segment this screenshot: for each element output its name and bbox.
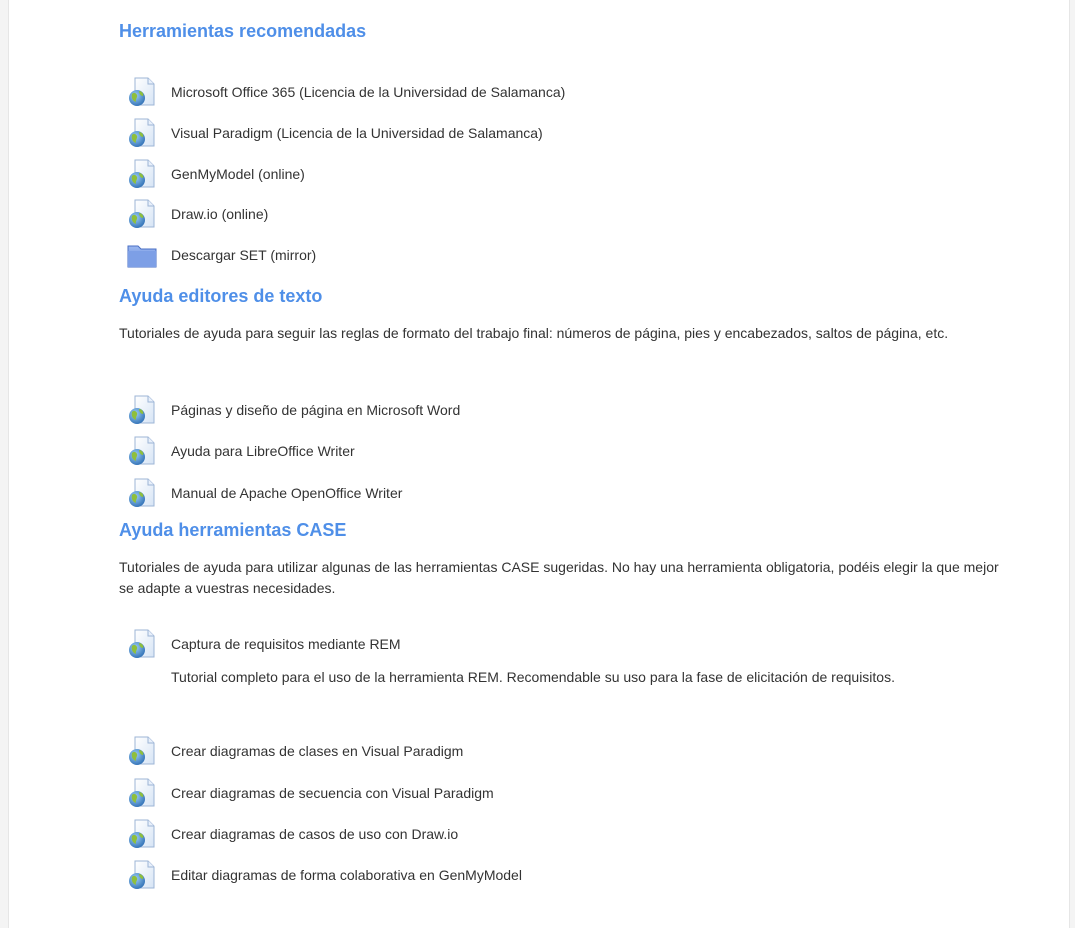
section-herramientas-recomendadas: Herramientas recomendadas: [119, 20, 999, 42]
activity-label[interactable]: Manual de Apache OpenOffice Writer: [171, 485, 402, 501]
activity-label[interactable]: Crear diagramas de casos de uso con Draw…: [171, 826, 458, 842]
section-title[interactable]: Herramientas recomendadas: [119, 20, 999, 42]
activity-link[interactable]: Crear diagramas de secuencia con Visual …: [127, 777, 494, 809]
folder-icon: [127, 240, 157, 270]
url-icon: [127, 629, 157, 659]
activity-link[interactable]: Draw.io (online): [127, 198, 268, 230]
url-icon: [127, 118, 157, 148]
activity-label[interactable]: Microsoft Office 365 (Licencia de la Uni…: [171, 84, 565, 100]
url-icon: [127, 77, 157, 107]
activity-label[interactable]: Crear diagramas de secuencia con Visual …: [171, 785, 494, 801]
activity-link[interactable]: Manual de Apache OpenOffice Writer: [127, 477, 402, 509]
activity-link[interactable]: Páginas y diseño de página en Microsoft …: [127, 394, 460, 426]
section-title[interactable]: Ayuda herramientas CASE: [119, 519, 999, 541]
activity-label[interactable]: Crear diagramas de clases en Visual Para…: [171, 743, 463, 759]
activity-link[interactable]: Ayuda para LibreOffice Writer: [127, 435, 355, 467]
url-icon: [127, 736, 157, 766]
activity-link[interactable]: Crear diagramas de clases en Visual Para…: [127, 735, 463, 767]
url-icon: [127, 819, 157, 849]
activity-label[interactable]: Descargar SET (mirror): [171, 247, 316, 263]
url-icon: [127, 860, 157, 890]
activity-link[interactable]: Microsoft Office 365 (Licencia de la Uni…: [127, 76, 565, 108]
section-title[interactable]: Ayuda editores de texto: [119, 285, 999, 307]
url-icon: [127, 199, 157, 229]
section-summary: Tutoriales de ayuda para utilizar alguna…: [119, 559, 999, 596]
activity-link[interactable]: GenMyModel (online): [127, 158, 305, 190]
section-summary: Tutoriales de ayuda para seguir las regl…: [119, 325, 949, 341]
url-icon: [127, 478, 157, 508]
activity-label[interactable]: Visual Paradigm (Licencia de la Universi…: [171, 125, 543, 141]
activity-description: Tutorial completo para el uso de la herr…: [171, 669, 895, 685]
url-icon: [127, 436, 157, 466]
section-ayuda-case: Ayuda herramientas CASE Tutoriales de ay…: [119, 519, 999, 599]
activity-label[interactable]: Editar diagramas de forma colaborativa e…: [171, 867, 522, 883]
activity-link[interactable]: Crear diagramas de casos de uso con Draw…: [127, 818, 458, 850]
section-ayuda-editores: Ayuda editores de texto Tutoriales de ay…: [119, 285, 999, 344]
activity-link[interactable]: Editar diagramas de forma colaborativa e…: [127, 859, 522, 891]
activity-label[interactable]: Páginas y diseño de página en Microsoft …: [171, 402, 460, 418]
activity-label[interactable]: Ayuda para LibreOffice Writer: [171, 443, 355, 459]
activity-label[interactable]: Captura de requisitos mediante REM: [171, 636, 401, 652]
url-icon: [127, 778, 157, 808]
activity-label[interactable]: GenMyModel (online): [171, 166, 305, 182]
activity-link[interactable]: Captura de requisitos mediante REM: [127, 628, 401, 660]
course-content: Herramientas recomendadas Microsoft Offi…: [8, 0, 1070, 928]
activity-link[interactable]: Visual Paradigm (Licencia de la Universi…: [127, 117, 543, 149]
activity-label[interactable]: Draw.io (online): [171, 206, 268, 222]
url-icon: [127, 159, 157, 189]
url-icon: [127, 395, 157, 425]
activity-folder[interactable]: Descargar SET (mirror): [127, 239, 316, 271]
